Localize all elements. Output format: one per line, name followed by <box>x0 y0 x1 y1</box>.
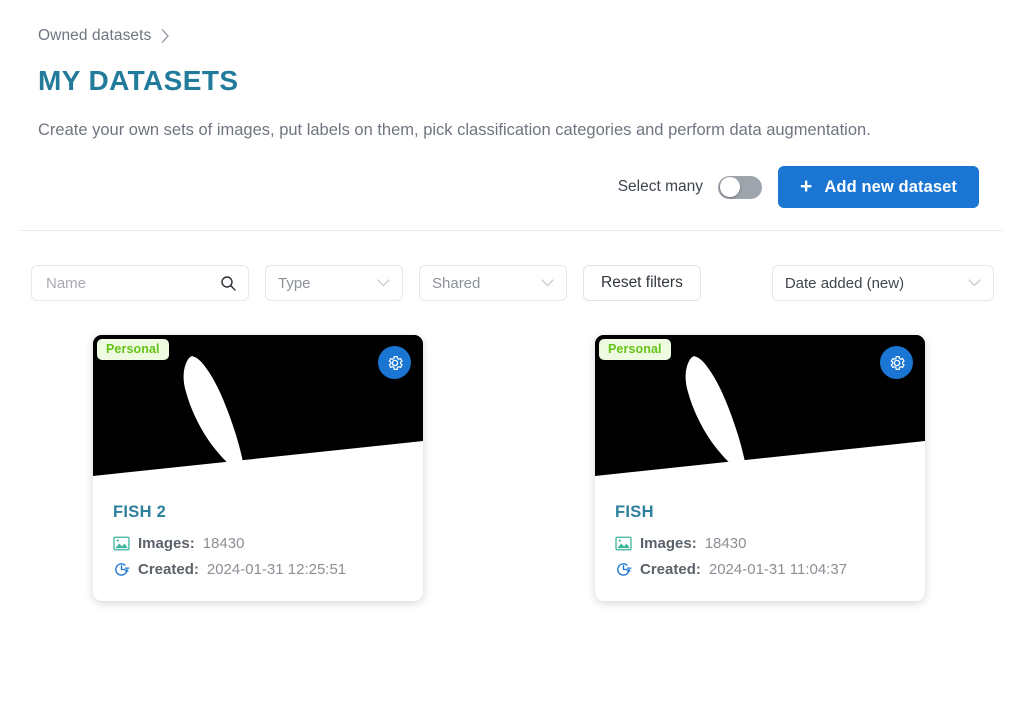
select-many-label: Select many <box>617 178 704 195</box>
images-label: Images: <box>138 535 195 552</box>
clock-icon <box>615 561 632 578</box>
breadcrumb-item-owned-datasets[interactable]: Owned datasets <box>38 26 151 46</box>
chevron-right-icon <box>161 29 170 43</box>
sort-select[interactable]: Date added (new) <box>771 265 994 301</box>
dataset-created-row: Created: 2024-01-31 11:04:37 <box>615 560 905 579</box>
action-row: Select many + Add new dataset <box>0 166 1021 208</box>
my-datasets-page: Owned datasets MY DATASETS Create your o… <box>0 0 1021 701</box>
gear-icon <box>888 354 906 372</box>
search-input[interactable] <box>44 273 214 293</box>
dataset-card-grid: Personal FISH 2 Images: 18430 Created: 2… <box>0 335 1021 601</box>
plus-icon: + <box>800 174 813 198</box>
toggle-knob <box>719 177 740 197</box>
dataset-card-body: FISH Images: 18430 Created: 2024-01-31 1… <box>595 484 925 601</box>
created-label: Created: <box>640 561 701 578</box>
sort-value: Date added (new) <box>784 274 905 292</box>
reset-filters-button[interactable]: Reset filters <box>583 265 701 301</box>
add-new-dataset-label: Add new dataset <box>824 177 957 196</box>
created-value: 2024-01-31 12:25:51 <box>206 561 347 578</box>
image-icon <box>615 535 632 552</box>
image-icon <box>113 535 130 552</box>
shared-filter-value: Shared <box>432 274 481 292</box>
breadcrumb: Owned datasets <box>38 26 1021 46</box>
dataset-name: FISH 2 <box>113 503 167 521</box>
visibility-badge: Personal <box>599 339 671 360</box>
chevron-down-icon <box>377 279 390 287</box>
clock-icon <box>113 561 130 578</box>
select-many-control: Select many <box>617 175 763 199</box>
dataset-name: FISH <box>615 503 654 521</box>
page-header: Owned datasets MY DATASETS Create your o… <box>0 0 1021 143</box>
header-divider <box>20 230 1003 231</box>
dataset-card[interactable]: Personal FISH Images: 18430 Created: 202… <box>595 335 925 601</box>
created-label: Created: <box>138 561 199 578</box>
dataset-thumbnail[interactable]: Personal <box>93 335 423 484</box>
search-icon[interactable] <box>220 275 236 291</box>
shared-filter-select[interactable]: Shared <box>419 265 567 301</box>
images-label: Images: <box>640 535 697 552</box>
dataset-images-row: Images: 18430 <box>615 534 905 553</box>
images-value: 18430 <box>202 535 245 552</box>
created-value: 2024-01-31 11:04:37 <box>708 561 848 578</box>
visibility-badge: Personal <box>97 339 169 360</box>
name-filter[interactable] <box>31 265 249 301</box>
type-filter-select[interactable]: Type <box>265 265 403 301</box>
filter-bar: Type Shared Reset filters Date added (ne… <box>0 265 1021 301</box>
images-value: 18430 <box>704 535 747 552</box>
dataset-created-row: Created: 2024-01-31 12:25:51 <box>113 560 403 579</box>
gear-icon <box>386 354 404 372</box>
page-subtitle: Create your own sets of images, put labe… <box>38 121 871 139</box>
dataset-settings-button[interactable] <box>378 346 411 379</box>
type-filter-value: Type <box>278 274 311 292</box>
chevron-down-icon <box>968 279 981 287</box>
dataset-settings-button[interactable] <box>880 346 913 379</box>
dataset-card-body: FISH 2 Images: 18430 Created: 2024-01-31… <box>93 484 423 601</box>
dataset-images-row: Images: 18430 <box>113 534 403 553</box>
dataset-thumbnail[interactable]: Personal <box>595 335 925 484</box>
dataset-card[interactable]: Personal FISH 2 Images: 18430 Created: 2… <box>93 335 423 601</box>
chevron-down-icon <box>541 279 554 287</box>
page-title: MY DATASETS <box>38 65 239 96</box>
add-new-dataset-button[interactable]: + Add new dataset <box>778 166 979 208</box>
select-many-toggle[interactable] <box>718 175 763 199</box>
